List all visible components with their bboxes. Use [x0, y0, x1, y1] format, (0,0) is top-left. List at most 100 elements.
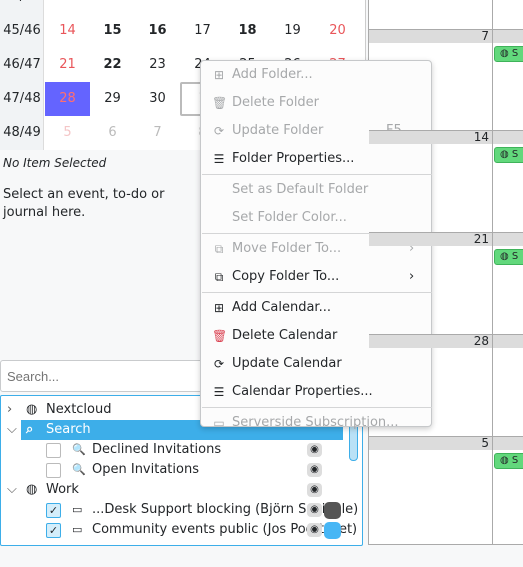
- event-label: S: [511, 455, 519, 466]
- tree-item[interactable]: 🔍 Open Invitations ◉: [1, 460, 346, 480]
- event-label: S: [511, 251, 519, 262]
- menu-item-label: Set as Default Folder: [232, 182, 369, 197]
- menu-item-label: Add Calendar...: [232, 300, 331, 315]
- folder-add-icon: ⊞: [213, 68, 225, 82]
- event-item[interactable]: ◍ S: [494, 46, 523, 62]
- folder-icon: ▭: [72, 503, 83, 516]
- expander-icon[interactable]: ›: [7, 400, 12, 420]
- trash-icon: 🗑: [212, 329, 228, 343]
- checkbox[interactable]: ✓: [46, 503, 61, 518]
- tree-item[interactable]: ⌵ ◍ Work ◉: [1, 480, 346, 500]
- event-label: S: [511, 149, 519, 160]
- tree-item[interactable]: ✓ ▭ Community events public (Jos Poortvlie…: [1, 520, 357, 540]
- expander-icon[interactable]: ⌵: [7, 480, 17, 500]
- properties-icon: ☰: [213, 385, 225, 399]
- globe-icon: ◍: [500, 455, 512, 466]
- copy-icon: ⧉: [214, 270, 224, 284]
- menu-item-label: Delete Calendar: [232, 328, 338, 343]
- day-cell[interactable]: 14: [45, 14, 90, 48]
- menu-item-label: Copy Folder To...: [232, 269, 340, 284]
- checkbox[interactable]: ✓: [46, 523, 61, 538]
- calendar-color-swatch[interactable]: [324, 502, 341, 519]
- search-icon: ⌕: [26, 422, 34, 437]
- globe-icon: ◍: [500, 48, 512, 59]
- details-hint: Select an event, to-do or journal here.: [3, 187, 165, 220]
- globe-icon: ◍: [26, 482, 38, 497]
- menu-item-label: Set Folder Color...: [232, 210, 347, 225]
- menu-item-label: Folder Properties...: [232, 151, 355, 166]
- day-cell[interactable]: 10: [180, 0, 225, 14]
- day-cell[interactable]: 19: [270, 14, 315, 48]
- day-cell[interactable]: 11: [225, 0, 270, 14]
- refresh-icon: ⟳: [213, 357, 225, 371]
- day-cell[interactable]: 6: [90, 116, 135, 150]
- calendar-add-icon: ⊞: [213, 301, 225, 315]
- day-cell[interactable]: 7: [135, 116, 180, 150]
- menu-item-update-calendar[interactable]: ⟳ Update Calendar: [201, 350, 431, 378]
- visibility-eye-icon[interactable]: ◉: [307, 503, 322, 517]
- menu-item-add-calendar[interactable]: ⊞ Add Calendar...: [201, 294, 431, 322]
- tree-item[interactable]: ✓ ▭ ...Desk Support blocking (Björn Schieß…: [1, 500, 358, 520]
- day-cell[interactable]: 23: [135, 48, 180, 82]
- menu-item-label: Update Folder: [232, 123, 324, 138]
- folder-icon: ▭: [72, 523, 83, 536]
- day-cell[interactable]: 20: [315, 14, 360, 48]
- day-cell[interactable]: 12: [270, 0, 315, 14]
- details-title: No Item Selected: [3, 156, 107, 170]
- month-column-divider: [492, 0, 493, 545]
- search-folder-icon: 🔍: [72, 443, 86, 456]
- day-cell[interactable]: 16: [135, 14, 180, 48]
- globe-icon: ◍: [500, 149, 512, 160]
- day-cell[interactable]: 21: [45, 48, 90, 82]
- expander-icon[interactable]: ⌵: [7, 420, 17, 440]
- day-cell[interactable]: 18: [225, 14, 270, 48]
- menu-separator: [202, 407, 432, 408]
- day-cell[interactable]: 15: [90, 14, 135, 48]
- visibility-eye-icon[interactable]: ◉: [307, 523, 322, 537]
- menu-item-label: Serverside Subscription...: [232, 415, 399, 430]
- visibility-eye-icon[interactable]: ◉: [307, 463, 322, 477]
- day-cell[interactable]: 17: [180, 14, 225, 48]
- menu-item-copy-folder-to[interactable]: ⧉ Copy Folder To... ›: [201, 263, 431, 291]
- refresh-icon: ⟳: [213, 124, 225, 138]
- event-item[interactable]: ◍ S: [494, 249, 523, 265]
- tree-item-label: Declined Invitations: [92, 442, 222, 457]
- menu-item-folder-properties[interactable]: ☰ Folder Properties...: [201, 145, 431, 173]
- week-number: 44/45: [0, 0, 44, 14]
- day-cell[interactable]: 9: [135, 0, 180, 14]
- globe-icon: ◍: [500, 251, 512, 262]
- visibility-eye-icon[interactable]: ◉: [307, 483, 322, 497]
- day-cell[interactable]: 29: [90, 82, 135, 116]
- day-cell[interactable]: 7: [45, 0, 90, 14]
- tree-item-label: Open Invitations: [92, 462, 199, 477]
- event-label: S: [511, 48, 519, 59]
- menu-separator: [202, 174, 432, 175]
- menu-item-label: Move Folder To...: [232, 241, 342, 256]
- day-cell[interactable]: 13: [315, 0, 360, 14]
- week-day-number: 5: [369, 437, 492, 450]
- submenu-arrow-icon: ›: [409, 269, 415, 284]
- day-cell[interactable]: 5: [45, 116, 90, 150]
- properties-icon: ☰: [213, 152, 225, 166]
- day-cell[interactable]: 8: [90, 0, 135, 14]
- tree-item[interactable]: 🔍 Declined Invitations ◉: [1, 440, 346, 460]
- checkbox[interactable]: [46, 463, 61, 478]
- visibility-eye-icon[interactable]: ◉: [307, 443, 322, 457]
- menu-item-add-folder: ⊞ Add Folder...: [201, 61, 431, 89]
- day-header: [493, 437, 523, 450]
- week-number: 47/48: [3, 91, 41, 106]
- checkbox[interactable]: [46, 443, 61, 458]
- event-item[interactable]: ◍ S: [494, 147, 523, 163]
- tree-item-label: Work: [46, 482, 79, 497]
- day-cell[interactable]: 28: [45, 82, 90, 116]
- week-day-number: 14: [369, 131, 492, 144]
- trash-icon: 🗑: [212, 96, 228, 110]
- globe-icon: ◍: [26, 402, 38, 417]
- calendar-color-swatch[interactable]: [324, 522, 341, 539]
- day-cell[interactable]: 22: [90, 48, 135, 82]
- week-number: 45/46: [3, 23, 41, 38]
- event-item[interactable]: ◍ S: [494, 453, 523, 469]
- day-cell[interactable]: 30: [135, 82, 180, 116]
- menu-item-calendar-properties[interactable]: ☰ Calendar Properties...: [201, 378, 431, 406]
- menu-item-set-as-default-folder: Set as Default Folder: [201, 176, 431, 204]
